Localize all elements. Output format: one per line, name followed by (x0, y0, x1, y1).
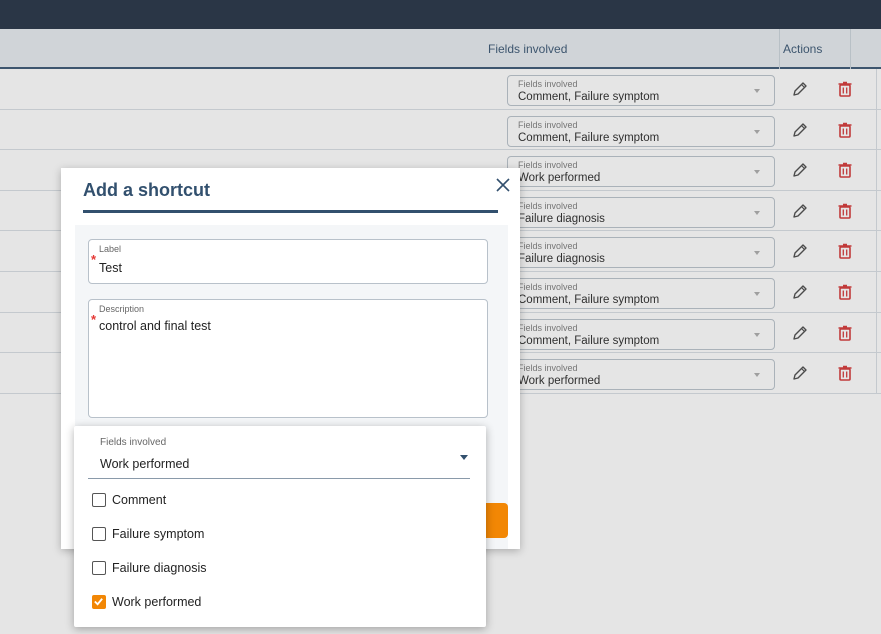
description-field[interactable]: * Description control and final test (88, 299, 488, 418)
description-field-value[interactable]: control and final test (99, 319, 211, 333)
option-label: Failure diagnosis (112, 561, 207, 575)
option-label: Work performed (112, 595, 202, 609)
required-marker: * (91, 312, 97, 327)
save-button[interactable] (485, 503, 508, 538)
label-field-caption: Label (99, 244, 122, 254)
fields-involved-dropdown[interactable]: Fields involved Work performed Comment F… (74, 426, 486, 627)
chevron-down-icon[interactable] (460, 455, 468, 460)
dropdown-caption: Fields involved (100, 437, 167, 448)
option-failure-symptom[interactable]: Failure symptom (92, 522, 472, 548)
title-divider (83, 210, 498, 213)
dropdown-underline (88, 478, 470, 479)
label-field[interactable]: * Label Test (88, 239, 488, 284)
checkbox-checked[interactable] (92, 595, 106, 609)
option-comment[interactable]: Comment (92, 488, 472, 514)
label-field-value[interactable]: Test (99, 261, 122, 275)
check-icon (94, 598, 103, 606)
option-failure-diagnosis[interactable]: Failure diagnosis (92, 556, 472, 582)
option-label: Comment (112, 493, 167, 507)
checkbox[interactable] (92, 493, 106, 507)
required-marker: * (91, 252, 97, 267)
checkbox[interactable] (92, 527, 106, 541)
checkbox[interactable] (92, 561, 106, 575)
dialog-title: Add a shortcut (83, 180, 211, 200)
option-label: Failure symptom (112, 527, 205, 541)
description-field-caption: Description (99, 304, 145, 314)
close-icon[interactable] (494, 176, 512, 194)
dropdown-selected-value[interactable]: Work performed (100, 457, 189, 471)
option-work-performed[interactable]: Work performed (92, 590, 472, 616)
